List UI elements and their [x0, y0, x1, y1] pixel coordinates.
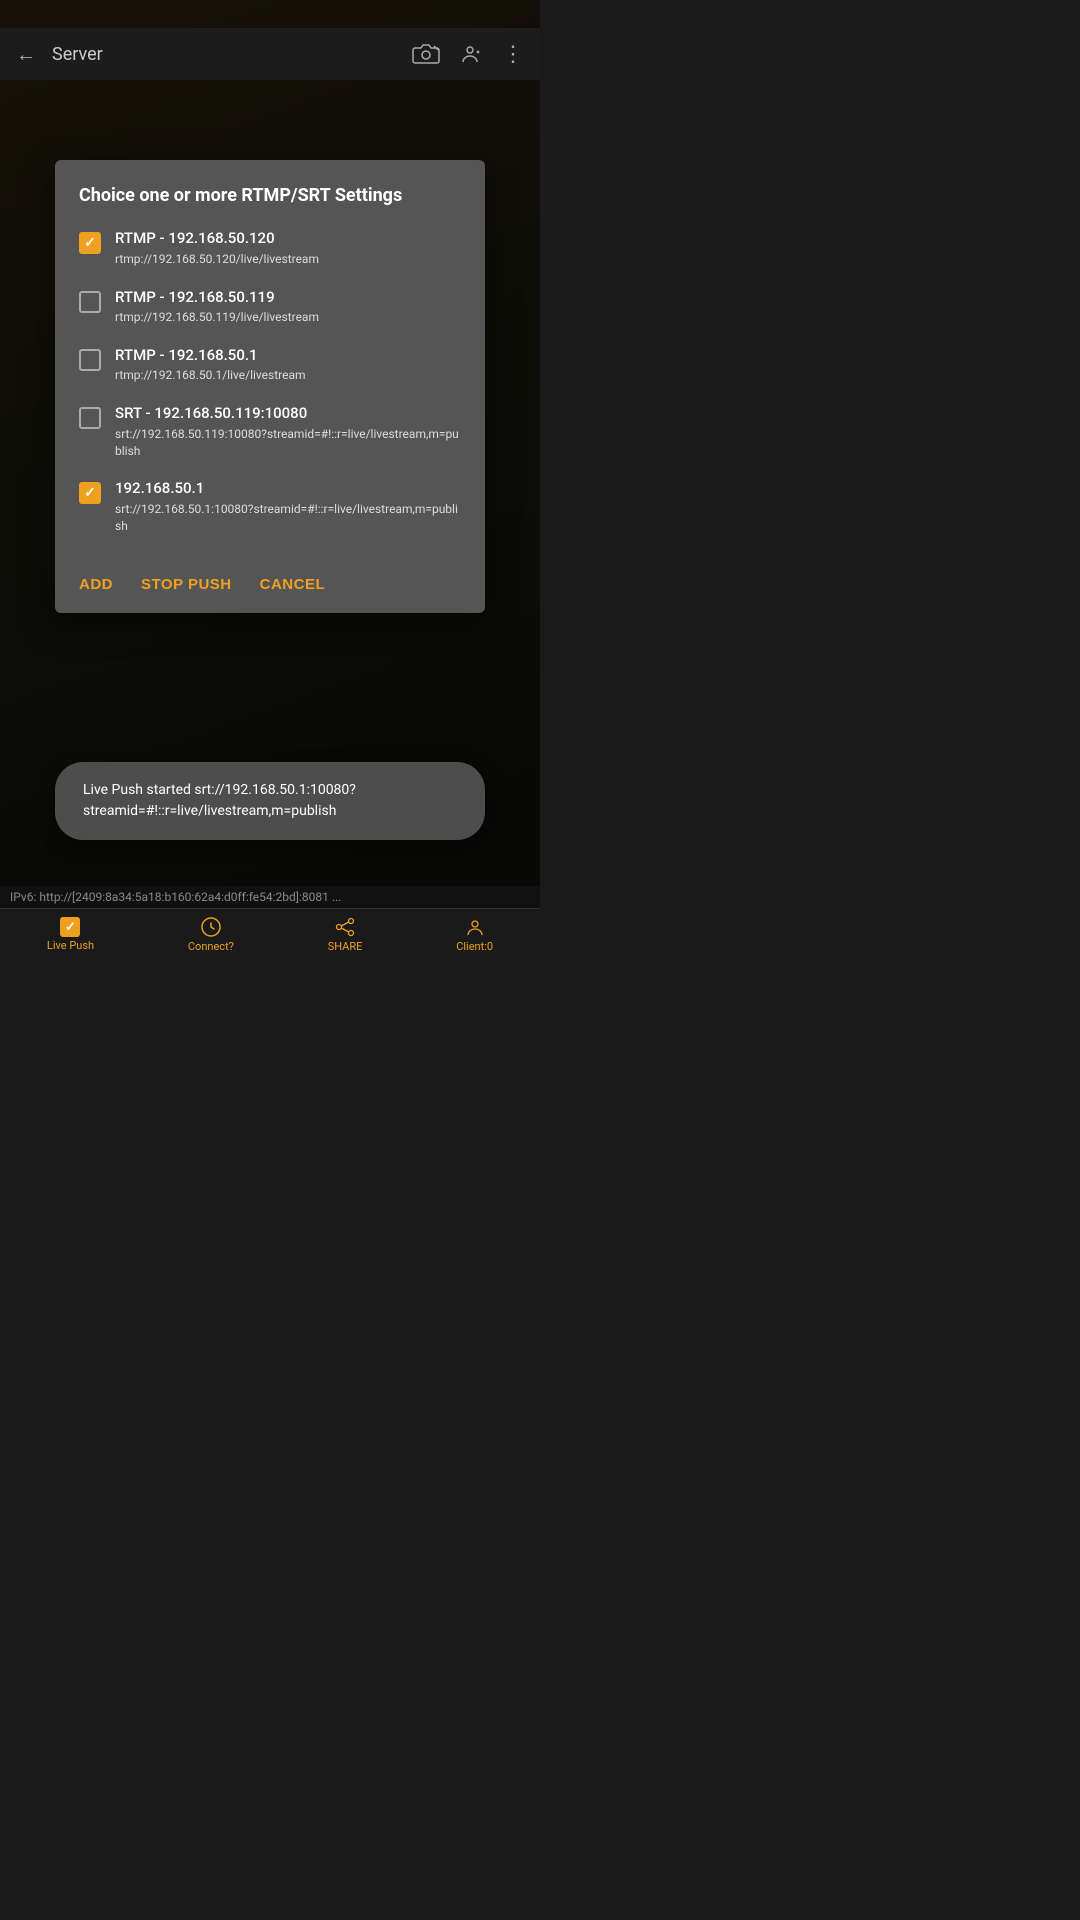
option-1-url: rtmp://192.168.50.120/live/livestream: [115, 251, 461, 268]
checkbox-2[interactable]: [79, 291, 101, 313]
option-5-title: 192.168.50.1: [115, 479, 461, 499]
top-app-bar: ← Server ⋮: [0, 28, 540, 80]
camera-icon[interactable]: [412, 43, 440, 65]
settings-dialog: Choice one or more RTMP/SRT Settings RTM…: [55, 160, 485, 613]
live-push-checkbox: [60, 917, 80, 937]
option-row-4: SRT - 192.168.50.119:10080 srt://192.168…: [79, 404, 461, 459]
option-5-url: srt://192.168.50.1:10080?streamid=#!::r=…: [115, 501, 461, 535]
option-3-title: RTMP - 192.168.50.1: [115, 346, 461, 366]
bottom-item-share[interactable]: SHARE: [328, 916, 363, 953]
checkbox-2-box[interactable]: [79, 291, 101, 313]
dialog-title: Choice one or more RTMP/SRT Settings: [79, 184, 461, 207]
option-row-2: RTMP - 192.168.50.119 rtmp://192.168.50.…: [79, 288, 461, 326]
checkbox-5[interactable]: [79, 482, 101, 504]
add-button[interactable]: ADD: [79, 572, 113, 597]
checkbox-4-box[interactable]: [79, 407, 101, 429]
stop-push-button[interactable]: STOP PUSH: [141, 572, 232, 597]
share-icon: [334, 916, 356, 938]
checkbox-1-box[interactable]: [79, 232, 101, 254]
option-row-5: 192.168.50.1 srt://192.168.50.1:10080?st…: [79, 479, 461, 534]
bottom-item-connect[interactable]: Connect?: [188, 916, 234, 953]
option-1-title: RTMP - 192.168.50.120: [115, 229, 461, 249]
connect-label: Connect?: [188, 940, 234, 953]
option-2-title: RTMP - 192.168.50.119: [115, 288, 461, 308]
audio-icon[interactable]: [458, 42, 482, 66]
bottom-bar: Live Push Connect? SHARE Clie: [0, 908, 540, 960]
checkbox-5-box[interactable]: [79, 482, 101, 504]
checkbox-3[interactable]: [79, 349, 101, 371]
option-4-url: srt://192.168.50.119:10080?streamid=#!::…: [115, 426, 461, 460]
share-label: SHARE: [328, 940, 363, 953]
bottom-item-client[interactable]: Client:0: [456, 916, 493, 953]
option-4-title: SRT - 192.168.50.119:10080: [115, 404, 461, 424]
option-row-3: RTMP - 192.168.50.1 rtmp://192.168.50.1/…: [79, 346, 461, 384]
option-3-url: rtmp://192.168.50.1/live/livestream: [115, 367, 461, 384]
cancel-button[interactable]: CANCEL: [260, 572, 326, 597]
dialog-actions: ADD STOP PUSH CANCEL: [79, 554, 461, 613]
checkbox-1[interactable]: [79, 232, 101, 254]
option-2-url: rtmp://192.168.50.119/live/livestream: [115, 309, 461, 326]
connect-icon: [200, 916, 222, 938]
toast-message: Live Push started srt://192.168.50.1:100…: [55, 762, 485, 840]
page-title: Server: [52, 44, 398, 65]
client-label: Client:0: [456, 940, 493, 953]
checkbox-3-box[interactable]: [79, 349, 101, 371]
checkbox-4[interactable]: [79, 407, 101, 429]
option-row-1: RTMP - 192.168.50.120 rtmp://192.168.50.…: [79, 229, 461, 267]
more-icon[interactable]: ⋮: [496, 36, 530, 73]
client-icon: [464, 916, 486, 938]
bottom-item-live-push[interactable]: Live Push: [47, 917, 94, 952]
back-button[interactable]: ←: [10, 36, 42, 73]
live-push-label: Live Push: [47, 939, 94, 952]
ipv6-bar: IPv6: http://[2409:8a34:5a18:b160:62a4:d…: [0, 886, 540, 908]
